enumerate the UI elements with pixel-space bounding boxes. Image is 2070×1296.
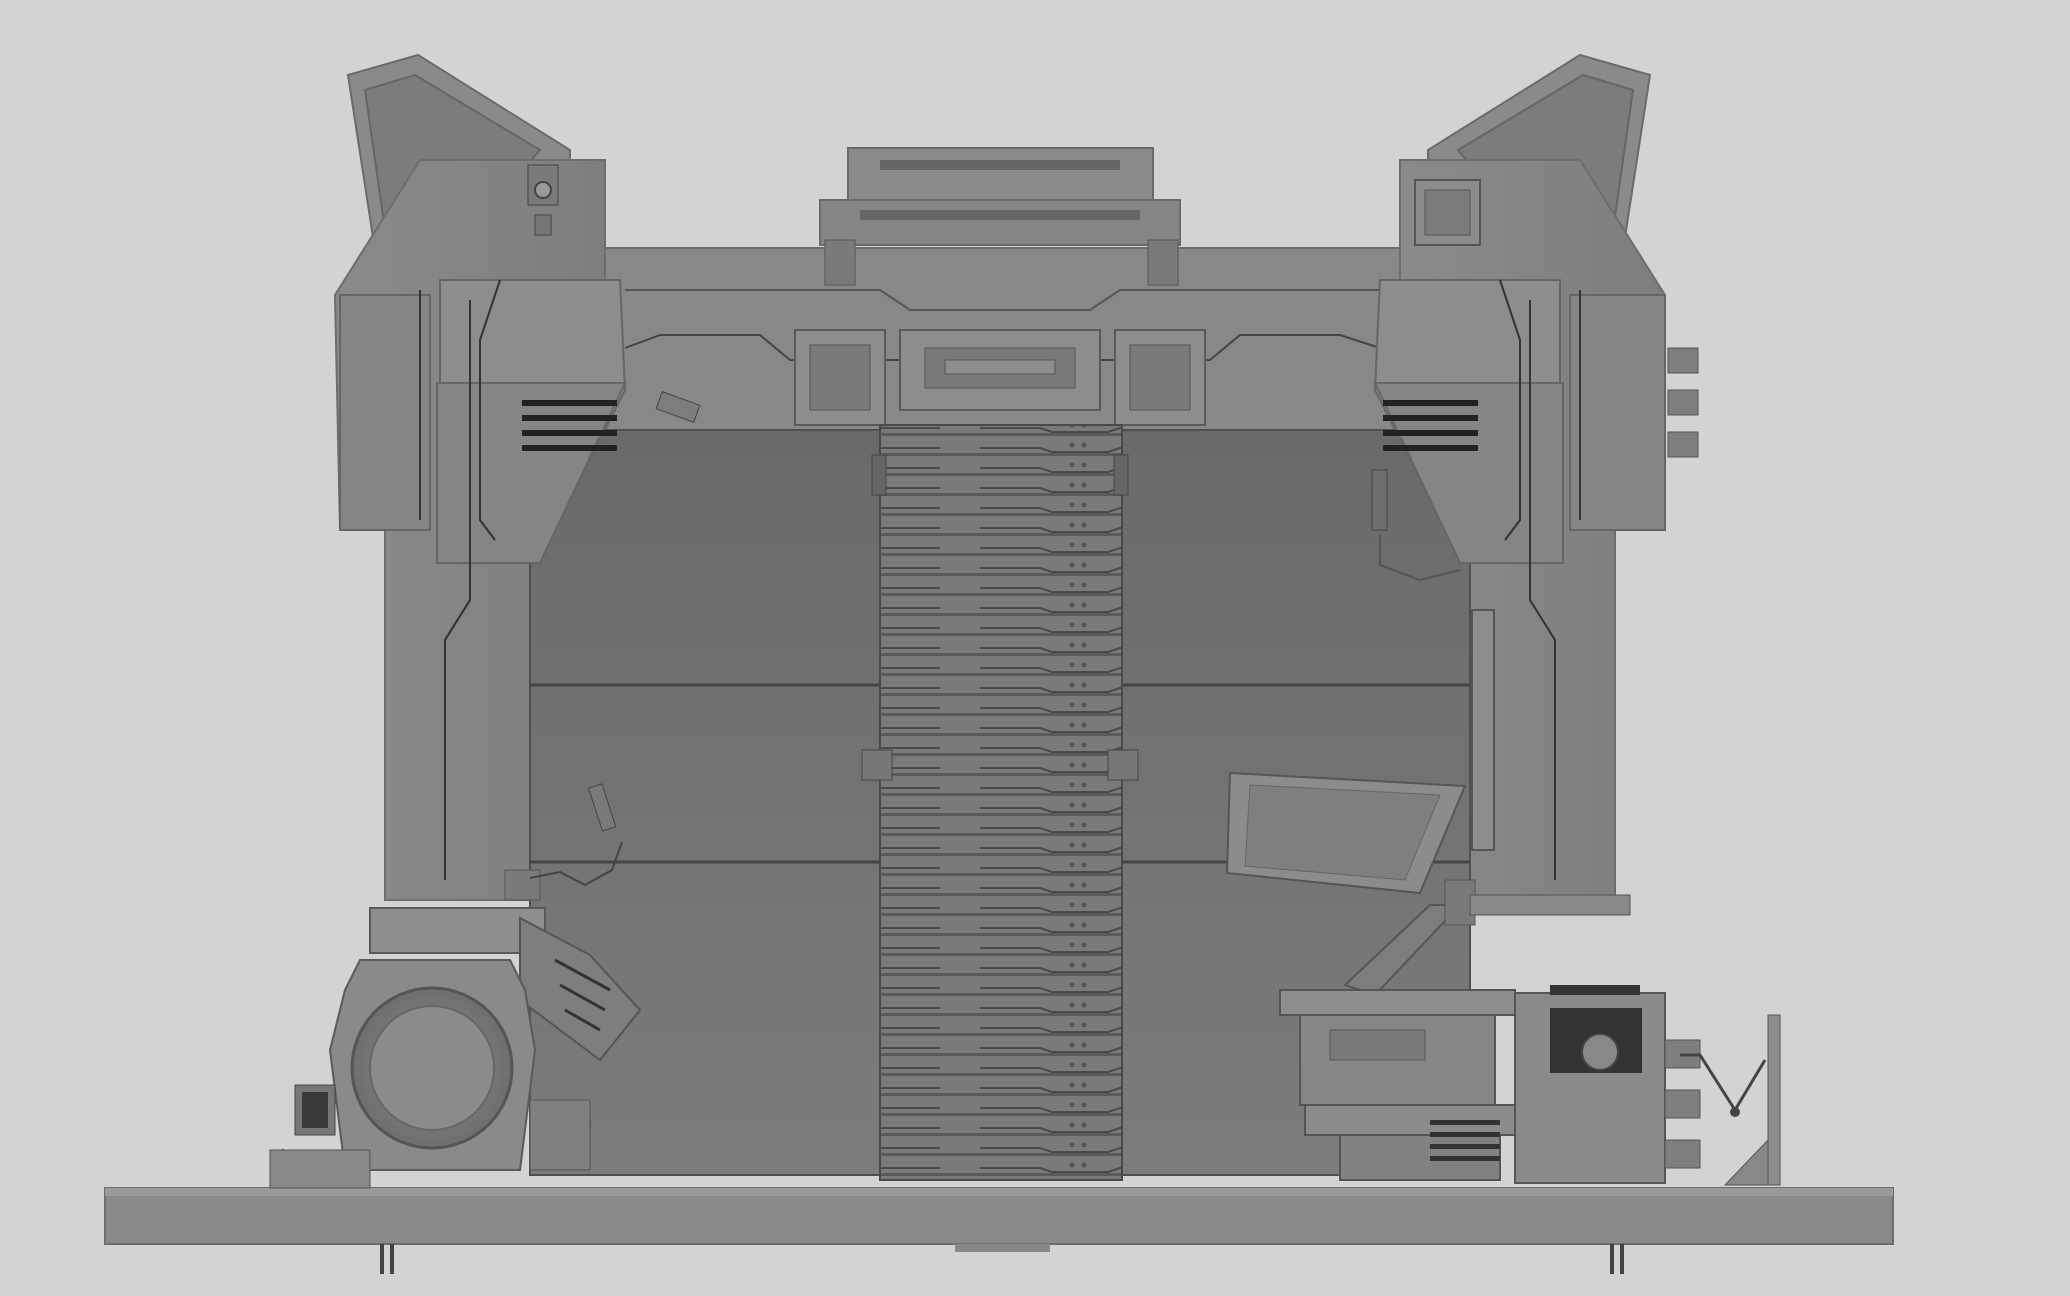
lintel-modules: [794, 329, 1206, 426]
door-center-strip: [861, 424, 1139, 1181]
door-left-leaf: [529, 429, 881, 1176]
render-viewport: [0, 0, 2070, 1291]
base-platform: [104, 1187, 1894, 1274]
hangar-door-render: [104, 53, 1894, 1274]
